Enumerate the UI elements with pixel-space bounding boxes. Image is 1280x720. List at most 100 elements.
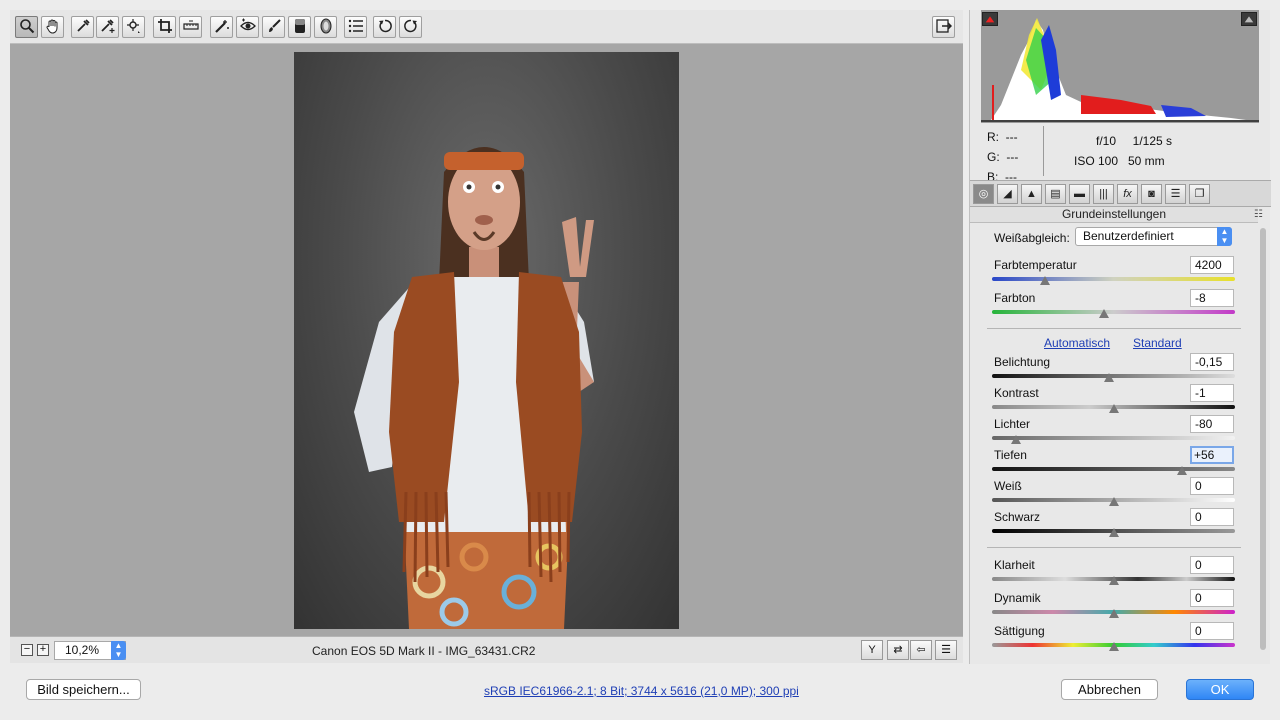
photo-preview: [294, 52, 679, 629]
crop-icon: [157, 18, 173, 37]
before-after-button[interactable]: Y: [861, 640, 883, 660]
tab-hsl[interactable]: ▤: [1045, 184, 1066, 204]
iso-value: ISO 100: [1074, 154, 1119, 168]
white-balance-select[interactable]: Benutzerdefiniert ▲ ▼: [1075, 227, 1232, 246]
shadows-slider[interactable]: [992, 467, 1235, 471]
red-eye-tool-button[interactable]: [236, 16, 259, 38]
temperature-slider-handle[interactable]: [1040, 276, 1051, 285]
aperture-icon: ◎: [978, 188, 989, 200]
saturation-label: Sättigung: [994, 624, 1045, 638]
rotate-left-icon: [377, 18, 393, 37]
adjustment-brush-button[interactable]: [262, 16, 285, 38]
tab-split-toning[interactable]: ▬: [1069, 184, 1090, 204]
swap-settings-button[interactable]: ⇄: [887, 640, 909, 660]
straighten-tool-button[interactable]: [179, 16, 202, 38]
zoom-in-button[interactable]: +: [37, 644, 49, 656]
radial-filter-icon: [318, 18, 334, 37]
exif-readout: f/10 1/125 s ISO 100 50 mm: [1066, 131, 1172, 171]
shadows-label: Tiefen: [994, 448, 1027, 462]
export-icon: [935, 18, 952, 37]
tab-camera-calibration[interactable]: ◙: [1141, 184, 1162, 204]
ok-button[interactable]: OK: [1186, 679, 1254, 700]
r-label: R:: [987, 130, 999, 144]
tab-snapshots[interactable]: ❐: [1189, 184, 1210, 204]
readout-divider: [1043, 126, 1044, 176]
tint-value[interactable]: -8: [1190, 289, 1234, 307]
panel-title: Grundeinstellungen: [970, 207, 1258, 223]
panel-scrollbar[interactable]: [1260, 228, 1266, 650]
copy-settings-button[interactable]: ⇦: [910, 640, 932, 660]
g-value: ---: [1006, 150, 1019, 164]
highlight-clipping-warning-icon[interactable]: [1241, 12, 1257, 26]
exposure-value[interactable]: -0,15: [1190, 353, 1234, 371]
tint-slider[interactable]: [992, 310, 1235, 314]
whites-slider-handle[interactable]: [1108, 497, 1119, 506]
vibrance-value[interactable]: 0: [1190, 589, 1234, 607]
clarity-slider-handle[interactable]: [1108, 576, 1119, 585]
preferences-button[interactable]: [344, 16, 367, 38]
temperature-value[interactable]: 4200: [1190, 256, 1234, 274]
graduated-filter-icon: [292, 18, 308, 37]
auto-link[interactable]: Automatisch: [1044, 336, 1110, 350]
select-arrows-icon: ▲ ▼: [1217, 227, 1232, 246]
zoom-dropdown-arrow-icon[interactable]: ▲ ▼: [111, 641, 126, 660]
shadows-slider-handle[interactable]: [1176, 466, 1187, 475]
temperature-label: Farbtemperatur: [994, 258, 1077, 272]
tab-presets[interactable]: ☰: [1165, 184, 1186, 204]
clarity-value[interactable]: 0: [1190, 556, 1234, 574]
vibrance-slider-handle[interactable]: [1108, 609, 1119, 618]
toggle-fullscreen-button[interactable]: [932, 16, 955, 38]
aperture-value: f/10: [1096, 134, 1117, 148]
panel-menu-icon[interactable]: ☷: [1254, 209, 1263, 220]
highlights-value[interactable]: -80: [1190, 415, 1234, 433]
temperature-slider[interactable]: [992, 277, 1235, 281]
before-after-icon: Y: [868, 644, 876, 656]
workflow-options-link[interactable]: sRGB IEC61966-2.1; 8 Bit; 3744 x 5616 (2…: [484, 684, 799, 698]
presets-icon: ☰: [1170, 188, 1181, 200]
tab-detail[interactable]: ▲: [1021, 184, 1042, 204]
saturation-value[interactable]: 0: [1190, 622, 1234, 640]
tab-effects[interactable]: fx: [1117, 184, 1138, 204]
preview-preferences-button[interactable]: ☰: [935, 640, 957, 660]
zoom-out-button[interactable]: −: [21, 644, 33, 656]
rotate-right-button[interactable]: [399, 16, 422, 38]
rotate-left-button[interactable]: [373, 16, 396, 38]
highlights-slider-handle[interactable]: [1011, 435, 1022, 444]
tab-lens-corrections[interactable]: |||: [1093, 184, 1114, 204]
contrast-slider-handle[interactable]: [1108, 404, 1119, 413]
radial-filter-button[interactable]: [314, 16, 337, 38]
targeted-adjustment-tool-button[interactable]: [122, 16, 145, 38]
color-sampler-tool-button[interactable]: [96, 16, 119, 38]
r-value: ---: [1005, 130, 1018, 144]
cancel-button[interactable]: Abbrechen: [1061, 679, 1158, 700]
contrast-value[interactable]: -1: [1190, 384, 1234, 402]
detail-icon: ▲: [1026, 188, 1037, 200]
saturation-slider-handle[interactable]: [1108, 642, 1119, 651]
graduated-filter-button[interactable]: [288, 16, 311, 38]
tab-tone-curve[interactable]: ◢: [997, 184, 1018, 204]
white-balance-value: Benutzerdefiniert: [1083, 229, 1174, 243]
file-info: Canon EOS 5D Mark II - IMG_63431.CR2: [312, 644, 536, 658]
zoom-tool-button[interactable]: [15, 16, 38, 38]
shadow-clipping-warning-icon[interactable]: [982, 12, 998, 26]
hand-tool-button[interactable]: [41, 16, 64, 38]
save-image-button[interactable]: Bild speichern...: [26, 679, 141, 700]
blacks-value[interactable]: 0: [1190, 508, 1234, 526]
highlights-slider[interactable]: [992, 436, 1235, 440]
default-link[interactable]: Standard: [1133, 336, 1182, 350]
tab-basic[interactable]: ◎: [973, 184, 994, 204]
spot-removal-tool-button[interactable]: [210, 16, 233, 38]
image-preview-area[interactable]: [10, 44, 963, 636]
whites-value[interactable]: 0: [1190, 477, 1234, 495]
toolbar: [10, 10, 963, 44]
shadows-value[interactable]: +56: [1190, 446, 1234, 464]
blacks-slider-handle[interactable]: [1108, 528, 1119, 537]
rotate-right-icon: [403, 18, 419, 37]
exposure-slider-handle[interactable]: [1103, 373, 1114, 382]
white-balance-tool-button[interactable]: [71, 16, 94, 38]
panel-tabs: ◎ ◢ ▲ ▤ ▬ ||| fx ◙ ☰ ❐: [970, 180, 1271, 207]
tint-slider-handle[interactable]: [1098, 309, 1109, 318]
crop-tool-button[interactable]: [153, 16, 176, 38]
shutter-value: 1/125 s: [1132, 134, 1173, 148]
lens-icon: |||: [1099, 188, 1108, 200]
